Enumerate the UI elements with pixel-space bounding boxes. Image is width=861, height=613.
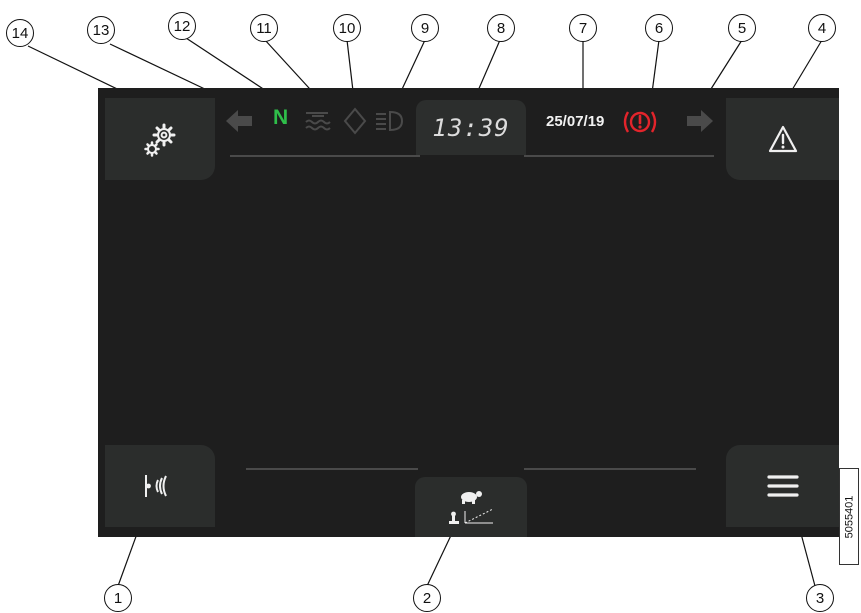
callout-8: 8 [487, 14, 515, 42]
callout-14: 14 [6, 19, 34, 47]
display-screen: N 13:39 25/07/19 [98, 88, 839, 537]
figure-reference-text: 5055401 [843, 495, 856, 538]
oil-level-icon [343, 107, 367, 135]
right-arrow-icon [687, 110, 713, 132]
clock-time: 13:39 [432, 114, 510, 142]
park-sensor-button[interactable] [105, 445, 215, 527]
hamburger-menu-icon [766, 475, 799, 497]
menu-button[interactable] [726, 445, 839, 527]
top-divider-left [230, 155, 420, 157]
figure-reference: 5055401 [839, 468, 859, 565]
bottom-divider-left [246, 468, 418, 470]
speed-mode-panel[interactable] [415, 477, 527, 537]
callout-2: 2 [413, 584, 441, 612]
callout-4: 4 [808, 14, 836, 42]
date-display: 25/07/19 [546, 113, 605, 130]
gears-icon [144, 123, 176, 157]
left-arrow-icon [226, 110, 252, 132]
coolant-temp-icon [305, 112, 331, 131]
park-sensor-icon [145, 475, 167, 497]
parking-brake-icon [623, 111, 657, 133]
callout-6: 6 [645, 14, 673, 42]
top-divider-right [524, 155, 714, 157]
tortoise-speed-icon [449, 491, 494, 524]
callout-7: 7 [569, 14, 597, 42]
bottom-divider-right [524, 468, 696, 470]
headlight-icon [376, 110, 404, 132]
callout-1: 1 [104, 584, 132, 612]
warning-button[interactable] [726, 98, 839, 180]
clock-panel: 13:39 [416, 100, 526, 155]
callout-3: 3 [806, 584, 834, 612]
neutral-indicator: N [273, 106, 289, 129]
callout-13: 13 [87, 16, 115, 44]
callout-12: 12 [168, 12, 196, 40]
warning-triangle-icon [768, 125, 797, 153]
settings-button[interactable] [105, 98, 215, 180]
callout-5: 5 [728, 14, 756, 42]
callout-11: 11 [250, 14, 278, 42]
callout-9: 9 [411, 14, 439, 42]
callout-10: 10 [333, 14, 361, 42]
